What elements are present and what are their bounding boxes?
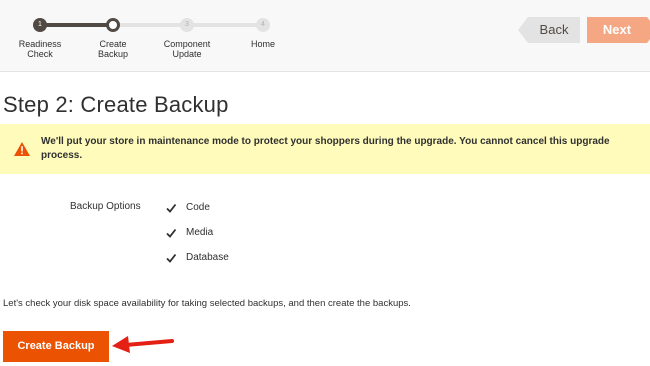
step-marker-current [106,18,120,32]
checkbox-checked-icon[interactable] [164,226,178,240]
progress-line-complete [37,23,113,27]
warning-icon [14,142,30,156]
wizard-header: 1 Readiness Check Create Backup 3 Compon… [0,0,650,72]
step-label: Component Update [163,39,211,59]
step-label: Readiness Check [18,39,62,59]
backup-option-label: Database [186,252,229,263]
step-label: Home [250,39,275,49]
backup-option-label: Media [186,227,214,238]
back-button[interactable]: Back [518,17,580,43]
backup-options-label: Backup Options [70,201,141,212]
disk-space-note: Let's check your disk space availability… [3,298,411,309]
checkbox-checked-icon[interactable] [164,201,178,215]
progress-bar: 1 Readiness Check Create Backup 3 Compon… [0,0,300,72]
create-backup-button[interactable]: Create Backup [3,331,109,362]
step-marker: 3 [180,18,194,32]
step-marker: 1 [33,18,47,32]
backup-option-label: Code [186,202,210,213]
step-label: Create Backup [97,39,129,59]
page-title: Step 2: Create Backup [3,92,229,117]
annotation-arrow-icon [112,336,174,353]
next-button[interactable]: Next [587,17,650,43]
checkbox-checked-icon[interactable] [164,251,178,265]
step-marker: 4 [256,18,270,32]
warning-text: We'll put your store in maintenance mode… [41,136,610,161]
